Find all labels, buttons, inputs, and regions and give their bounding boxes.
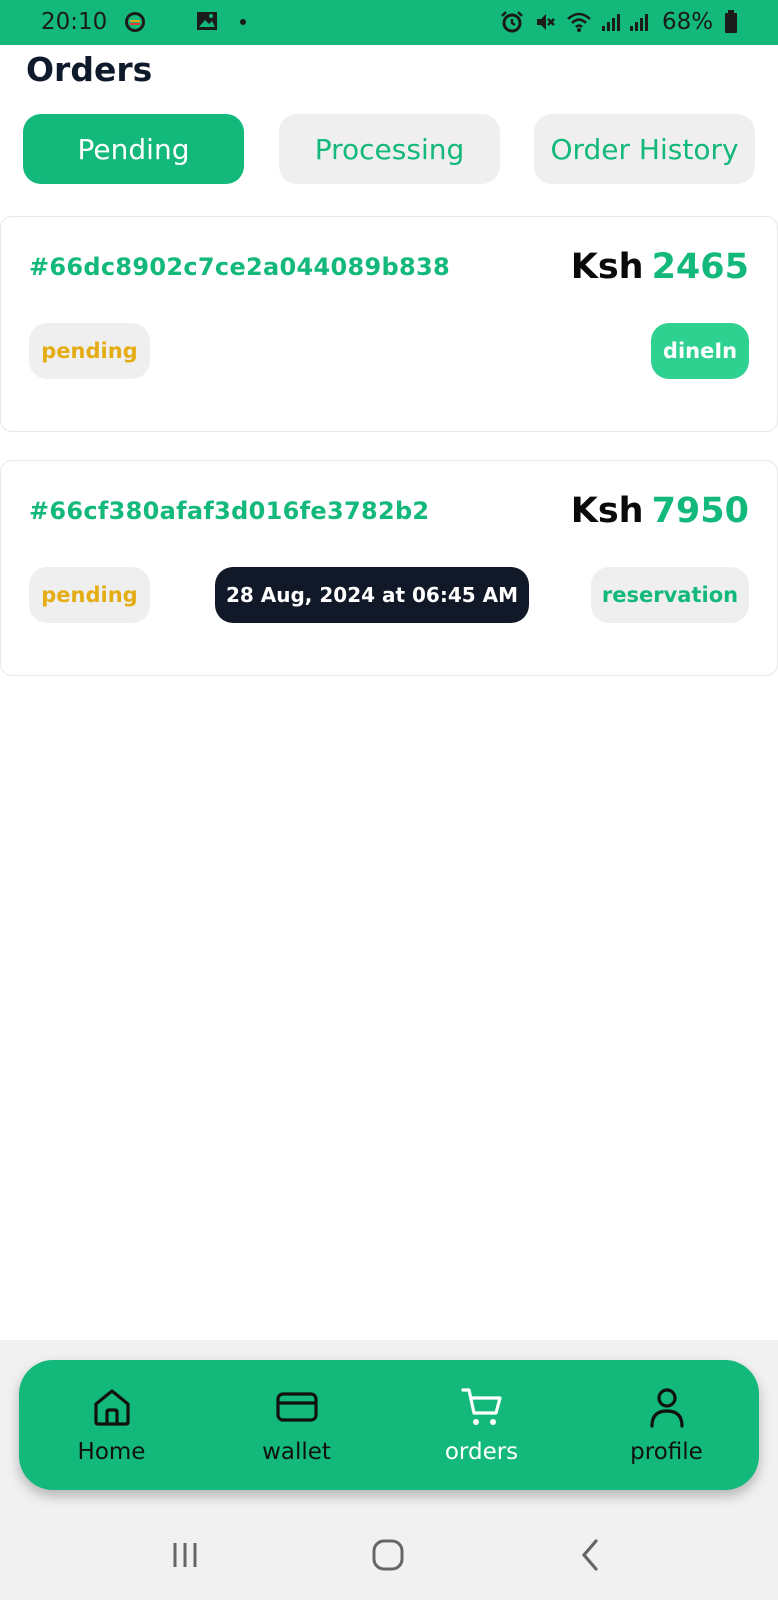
nav-label: orders xyxy=(444,1439,519,1465)
battery-icon xyxy=(725,10,737,33)
user-icon xyxy=(649,1388,684,1428)
price-amount: 7950 xyxy=(651,491,749,531)
price-currency: Ksh xyxy=(570,247,644,287)
tab-pending[interactable]: Pending xyxy=(23,114,244,184)
price-currency: Ksh xyxy=(570,491,644,531)
nav-wallet[interactable]: wallet xyxy=(204,1360,389,1490)
page-title: Orders xyxy=(26,50,153,89)
status-badge: pending xyxy=(29,323,150,379)
order-type-badge: dineIn xyxy=(651,323,749,379)
signal-icon-2 xyxy=(630,14,648,31)
order-tabs: Pending Processing Order History xyxy=(23,114,755,184)
reservation-date-badge: 28 Aug, 2024 at 06:45 AM xyxy=(215,567,529,623)
cart-icon xyxy=(460,1388,502,1425)
signal-icon xyxy=(602,14,620,31)
nav-profile[interactable]: profile xyxy=(574,1360,759,1490)
tab-processing[interactable]: Processing xyxy=(279,114,500,184)
notification-icon xyxy=(125,12,145,32)
tab-order-history[interactable]: Order History xyxy=(534,114,755,184)
nav-label: Home xyxy=(77,1439,146,1465)
order-card[interactable]: #66dc8902c7ce2a044089b838 Ksh 2465 pendin… xyxy=(0,216,778,432)
wallet-icon xyxy=(275,1392,318,1422)
nav-home[interactable]: Home xyxy=(19,1360,204,1490)
wifi-icon xyxy=(567,12,591,32)
notification-dot-icon xyxy=(240,19,246,25)
price-amount: 2465 xyxy=(651,247,749,287)
nav-label: wallet xyxy=(262,1439,331,1465)
system-nav-bar xyxy=(0,1508,778,1600)
status-time: 20:10 xyxy=(41,9,108,35)
order-price: Ksh 7950 xyxy=(571,491,749,531)
order-id: #66cf380afaf3d016fe3782b2 xyxy=(29,497,430,525)
bottom-nav: Home wallet orders profile xyxy=(19,1360,759,1490)
order-card[interactable]: #66cf380afaf3d016fe3782b2 Ksh 7950 pendin… xyxy=(0,460,778,676)
home-button-icon[interactable] xyxy=(370,1537,406,1573)
order-price: Ksh 2465 xyxy=(571,247,749,287)
back-icon[interactable] xyxy=(574,1537,608,1573)
alarm-icon xyxy=(501,11,523,33)
status-bar: 20:10 68% xyxy=(0,0,778,45)
recents-icon[interactable] xyxy=(168,1538,202,1572)
order-type-badge: reservation xyxy=(591,567,749,623)
nav-orders[interactable]: orders xyxy=(389,1360,574,1490)
mute-icon xyxy=(537,14,555,30)
home-icon xyxy=(93,1389,130,1426)
nav-label: profile xyxy=(630,1439,703,1465)
status-badge: pending xyxy=(29,567,150,623)
gallery-icon xyxy=(197,12,217,30)
battery-percentage: 68% xyxy=(662,9,714,35)
order-id: #66dc8902c7ce2a044089b838 xyxy=(29,253,451,281)
